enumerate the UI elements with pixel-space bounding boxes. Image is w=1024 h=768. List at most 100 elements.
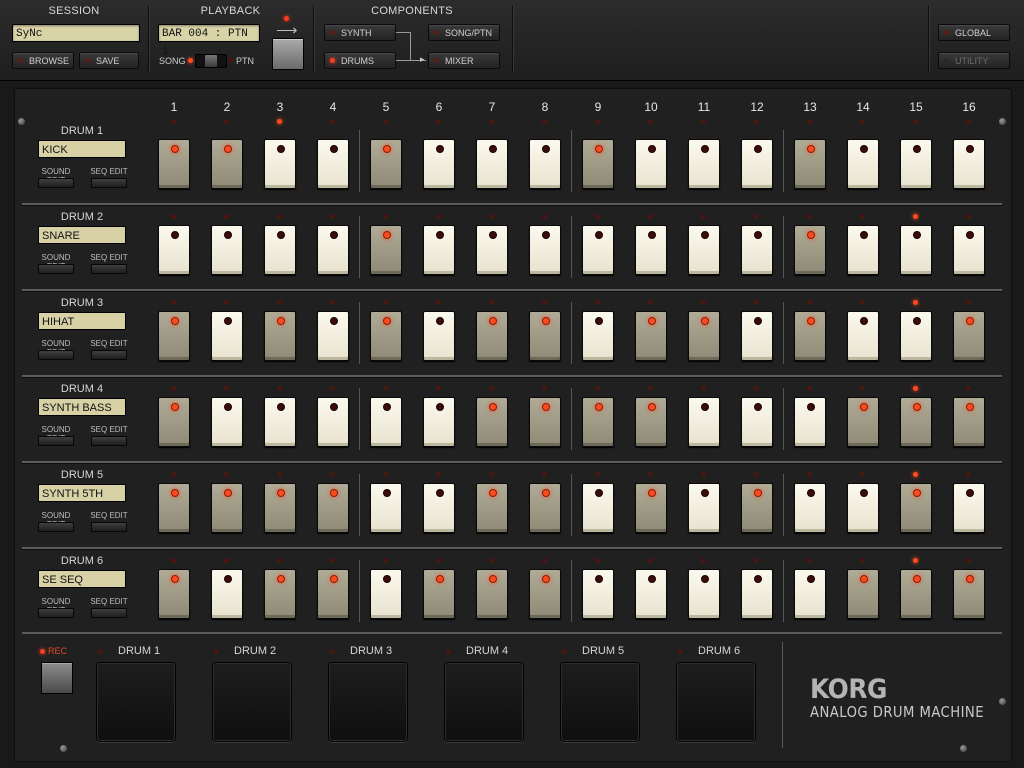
step-button[interactable]	[582, 311, 614, 361]
step-button[interactable]	[423, 483, 455, 533]
trigger-pad[interactable]	[676, 662, 756, 742]
sound-name-display[interactable]: SE SEQ	[38, 570, 126, 588]
step-button[interactable]	[794, 569, 826, 619]
step-button[interactable]	[264, 483, 296, 533]
step-button[interactable]	[688, 397, 720, 447]
step-button[interactable]	[423, 311, 455, 361]
step-button[interactable]	[211, 225, 243, 275]
seq-edit-button[interactable]	[91, 608, 127, 618]
step-button[interactable]	[317, 397, 349, 447]
step-button[interactable]	[741, 311, 773, 361]
step-button[interactable]	[847, 139, 879, 189]
step-button[interactable]	[264, 569, 296, 619]
step-button[interactable]	[211, 397, 243, 447]
seq-edit-button[interactable]	[91, 436, 127, 446]
step-button[interactable]	[158, 397, 190, 447]
sound-edit-button[interactable]	[38, 178, 74, 188]
step-button[interactable]	[264, 311, 296, 361]
trigger-pad[interactable]	[212, 662, 292, 742]
step-button[interactable]	[370, 483, 402, 533]
step-button[interactable]	[900, 569, 932, 619]
step-button[interactable]	[794, 311, 826, 361]
step-button[interactable]	[582, 397, 614, 447]
step-button[interactable]	[900, 397, 932, 447]
play-button[interactable]	[272, 38, 304, 70]
drums-button[interactable]: DRUMS	[324, 52, 396, 69]
step-button[interactable]	[688, 483, 720, 533]
sound-edit-button[interactable]	[38, 264, 74, 274]
step-button[interactable]	[900, 139, 932, 189]
step-button[interactable]	[688, 139, 720, 189]
step-button[interactable]	[688, 569, 720, 619]
step-button[interactable]	[953, 225, 985, 275]
trigger-pad[interactable]	[560, 662, 640, 742]
seq-edit-button[interactable]	[91, 350, 127, 360]
step-button[interactable]	[423, 397, 455, 447]
browse-button[interactable]: BROWSE	[12, 52, 74, 69]
sound-name-display[interactable]: SNARE	[38, 226, 126, 244]
step-button[interactable]	[264, 397, 296, 447]
seq-edit-button[interactable]	[91, 178, 127, 188]
trigger-pad[interactable]	[444, 662, 524, 742]
global-button[interactable]: GLOBAL	[938, 24, 1010, 41]
step-button[interactable]	[847, 225, 879, 275]
step-button[interactable]	[900, 225, 932, 275]
step-button[interactable]	[529, 311, 561, 361]
step-button[interactable]	[423, 139, 455, 189]
step-button[interactable]	[476, 397, 508, 447]
trigger-pad[interactable]	[328, 662, 408, 742]
step-button[interactable]	[529, 397, 561, 447]
step-button[interactable]	[264, 225, 296, 275]
step-button[interactable]	[953, 139, 985, 189]
song-ptn-button[interactable]: SONG/PTN	[428, 24, 500, 41]
synth-button[interactable]: SYNTH	[324, 24, 396, 41]
switch-knob[interactable]	[205, 55, 217, 67]
step-button[interactable]	[370, 569, 402, 619]
step-button[interactable]	[688, 225, 720, 275]
sound-name-display[interactable]: SYNTH 5TH	[38, 484, 126, 502]
sound-name-display[interactable]: HIHAT	[38, 312, 126, 330]
step-button[interactable]	[158, 225, 190, 275]
step-button[interactable]	[211, 483, 243, 533]
step-button[interactable]	[476, 139, 508, 189]
step-button[interactable]	[529, 483, 561, 533]
sound-edit-button[interactable]	[38, 350, 74, 360]
step-button[interactable]	[741, 225, 773, 275]
sound-edit-button[interactable]	[38, 522, 74, 532]
save-button[interactable]: SAVE	[79, 52, 139, 69]
mixer-button[interactable]: MIXER	[428, 52, 500, 69]
step-button[interactable]	[582, 569, 614, 619]
song-ptn-switch[interactable]	[195, 54, 227, 68]
step-button[interactable]	[794, 139, 826, 189]
step-button[interactable]	[794, 225, 826, 275]
step-button[interactable]	[741, 483, 773, 533]
step-button[interactable]	[529, 139, 561, 189]
step-button[interactable]	[847, 483, 879, 533]
step-button[interactable]	[264, 139, 296, 189]
step-button[interactable]	[635, 139, 667, 189]
step-button[interactable]	[529, 225, 561, 275]
step-button[interactable]	[953, 397, 985, 447]
step-button[interactable]	[953, 483, 985, 533]
step-button[interactable]	[847, 569, 879, 619]
step-button[interactable]	[582, 225, 614, 275]
step-button[interactable]	[317, 225, 349, 275]
step-button[interactable]	[317, 311, 349, 361]
utility-button[interactable]: UTILITY	[938, 52, 1010, 69]
step-button[interactable]	[688, 311, 720, 361]
step-button[interactable]	[211, 311, 243, 361]
step-button[interactable]	[635, 225, 667, 275]
step-button[interactable]	[900, 311, 932, 361]
seq-edit-button[interactable]	[91, 264, 127, 274]
step-button[interactable]	[794, 483, 826, 533]
step-button[interactable]	[317, 569, 349, 619]
step-button[interactable]	[582, 139, 614, 189]
step-button[interactable]	[476, 225, 508, 275]
sound-edit-button[interactable]	[38, 608, 74, 618]
step-button[interactable]	[370, 225, 402, 275]
step-button[interactable]	[476, 569, 508, 619]
step-button[interactable]	[582, 483, 614, 533]
sound-edit-button[interactable]	[38, 436, 74, 446]
trigger-pad[interactable]	[96, 662, 176, 742]
step-button[interactable]	[635, 311, 667, 361]
